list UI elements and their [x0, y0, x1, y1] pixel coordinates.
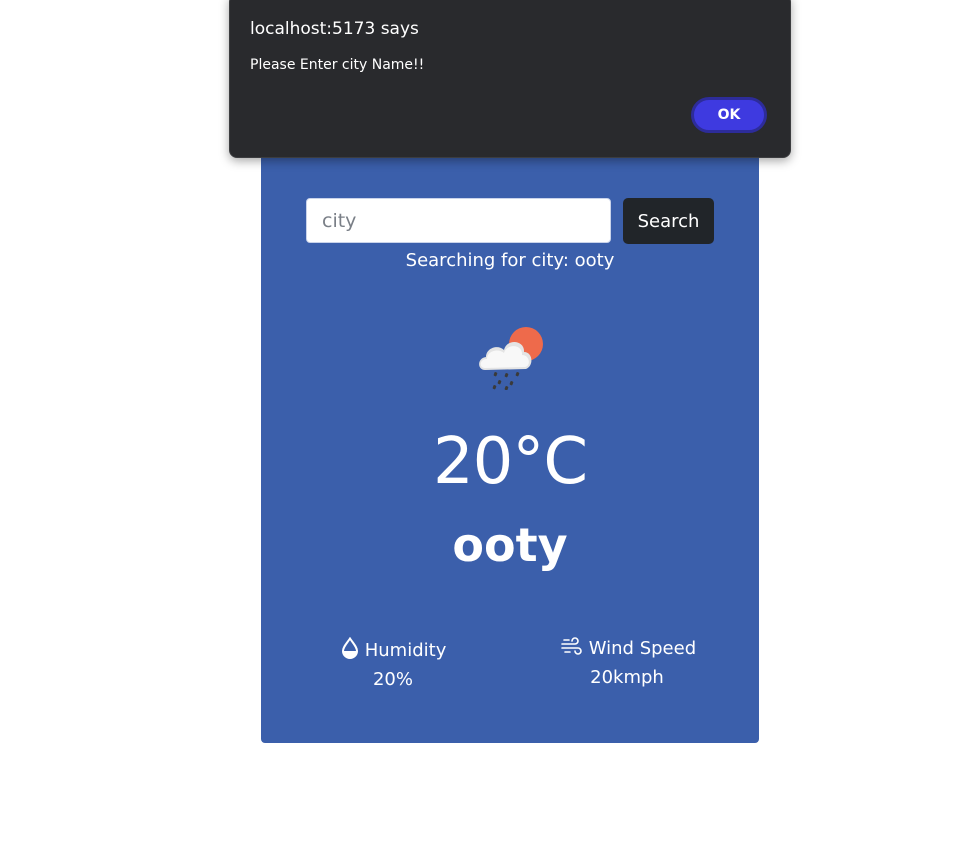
humidity-value: 20%	[372, 669, 413, 690]
browser-alert-dialog: localhost:5173 says Please Enter city Na…	[229, 0, 791, 158]
alert-ok-button[interactable]: OK	[691, 97, 767, 133]
alert-message: Please Enter city Name!!	[250, 57, 425, 73]
searching-status-text: Searching for city: ooty	[405, 250, 615, 271]
alert-title: localhost:5173 says	[250, 19, 419, 39]
search-bar: Search	[306, 198, 714, 244]
city-name: ooty	[452, 518, 568, 572]
cloud-rain-sun-icon	[476, 324, 546, 391]
wind-speed-value: 20kmph	[590, 667, 664, 688]
humidity-stat: Humidity 20%	[341, 636, 447, 690]
humidity-label: Humidity	[364, 640, 447, 661]
wind-speed-stat: Wind Speed 20kmph	[561, 637, 697, 688]
temperature-value: 20°C	[432, 425, 588, 499]
wind-speed-label: Wind Speed	[588, 638, 697, 659]
search-button[interactable]: Search	[623, 198, 714, 244]
weather-card: Search Searching for city: ooty 20°C oot…	[261, 100, 759, 743]
city-search-input[interactable]	[306, 198, 611, 243]
wind-icon	[561, 637, 589, 659]
droplet-icon	[341, 636, 365, 661]
